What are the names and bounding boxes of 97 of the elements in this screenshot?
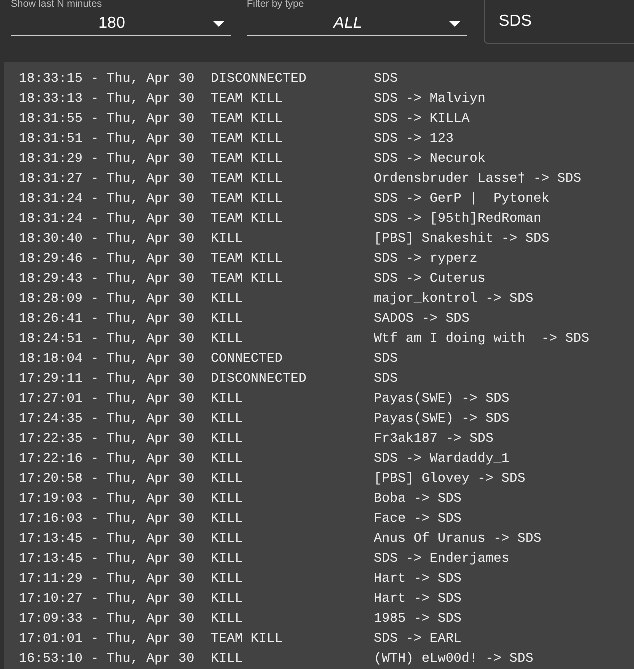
event-type: TEAM KILL <box>211 91 284 108</box>
event-message: SDS -> GerP | Pytonek <box>374 191 551 208</box>
log-timestamp: 18:24:51 - Thu, Apr 30 <box>19 331 196 348</box>
event-message: 1985 -> SDS <box>374 611 463 628</box>
event-type: TEAM KILL <box>211 631 284 648</box>
event-type: KILL <box>211 591 244 608</box>
log-timestamp: 17:10:27 - Thu, Apr 30 <box>19 591 196 608</box>
event-message: Payas(SWE) -> SDS <box>374 411 511 428</box>
event-type: DISCONNECTED <box>211 71 308 88</box>
field-label: Filter by type <box>247 0 306 12</box>
log-timestamp: 18:28:09 - Thu, Apr 30 <box>19 291 196 308</box>
log-timestamp: 18:31:24 - Thu, Apr 30 <box>19 211 196 228</box>
log-timestamp: 17:22:16 - Thu, Apr 30 <box>19 451 196 468</box>
log-timestamp: 18:31:24 - Thu, Apr 30 <box>19 191 196 208</box>
event-type: TEAM KILL <box>211 171 284 188</box>
log-timestamp: 18:31:51 - Thu, Apr 30 <box>19 131 196 148</box>
event-message: SDS -> EARL <box>374 631 463 648</box>
event-message: [PBS] Glovey -> SDS <box>374 471 527 488</box>
event-message: Ordensbruder Lasse† -> SDS <box>374 171 582 188</box>
event-message: SDS -> KILLA <box>374 111 471 128</box>
log-timestamp: 18:29:46 - Thu, Apr 30 <box>19 251 196 268</box>
event-message: SDS <box>374 371 399 388</box>
event-message: Hart -> SDS <box>374 571 463 588</box>
event-type: KILL <box>211 511 244 528</box>
log-timestamp: 17:22:35 - Thu, Apr 30 <box>19 431 196 448</box>
log-timestamp: 18:31:29 - Thu, Apr 30 <box>19 151 196 168</box>
event-message: major_kontrol -> SDS <box>374 291 535 308</box>
search-field[interactable]: SDS <box>484 0 634 44</box>
event-message: [PBS] Snakeshit -> SDS <box>374 231 551 248</box>
event-type: KILL <box>211 411 244 428</box>
event-message: SDS -> Enderjames <box>374 551 511 568</box>
log-timestamp: 18:33:15 - Thu, Apr 30 <box>19 71 196 88</box>
event-message: SADOS -> SDS <box>374 311 471 328</box>
log-timestamp: 18:31:27 - Thu, Apr 30 <box>19 171 196 188</box>
event-message: SDS <box>374 351 399 368</box>
log-timestamp: 17:16:03 - Thu, Apr 30 <box>19 511 196 528</box>
log-timestamp: 18:18:04 - Thu, Apr 30 <box>19 351 196 368</box>
dropdown-arrow-icon <box>213 20 225 26</box>
event-message: Anus Of Uranus -> SDS <box>374 531 543 548</box>
event-type: DISCONNECTED <box>211 371 308 388</box>
event-type: KILL <box>211 611 244 628</box>
event-type: KILL <box>211 651 244 668</box>
log-timestamp: 17:13:45 - Thu, Apr 30 <box>19 531 196 548</box>
event-message: Face -> SDS <box>374 511 463 528</box>
log-timestamp: 17:01:01 - Thu, Apr 30 <box>19 631 196 648</box>
event-type: KILL <box>211 471 244 488</box>
event-message: SDS -> [95th]RedRoman <box>374 211 543 228</box>
event-type: TEAM KILL <box>211 211 284 228</box>
event-type: KILL <box>211 531 244 548</box>
log-timestamp: 18:31:55 - Thu, Apr 30 <box>19 111 196 128</box>
log-timestamp: 17:20:58 - Thu, Apr 30 <box>19 471 196 488</box>
event-message: SDS -> 123 <box>374 131 455 148</box>
dropdown-select[interactable]: 180 <box>11 12 231 36</box>
log-timestamp: 17:13:45 - Thu, Apr 30 <box>19 551 196 568</box>
log-timestamp: 17:09:33 - Thu, Apr 30 <box>19 611 196 628</box>
log-timestamp: 17:11:29 - Thu, Apr 30 <box>19 571 196 588</box>
event-type: CONNECTED <box>211 351 284 368</box>
event-message: Payas(SWE) -> SDS <box>374 391 511 408</box>
event-type: KILL <box>211 391 244 408</box>
log-timestamp: 17:19:03 - Thu, Apr 30 <box>19 491 196 508</box>
event-message: SDS -> Malviyn <box>374 91 487 108</box>
log-timestamp: 18:29:43 - Thu, Apr 30 <box>19 271 196 288</box>
log-timestamp: 17:29:11 - Thu, Apr 30 <box>19 371 196 388</box>
event-message: SDS <box>374 71 399 88</box>
event-type: TEAM KILL <box>211 271 284 288</box>
log-timestamp: 17:24:35 - Thu, Apr 30 <box>19 411 196 428</box>
event-message: SDS -> ryperz <box>374 251 479 268</box>
event-type: TEAM KILL <box>211 111 284 128</box>
event-type: TEAM KILL <box>211 251 284 268</box>
log-timestamp: 18:26:41 - Thu, Apr 30 <box>19 311 196 328</box>
event-type: TEAM KILL <box>211 191 284 208</box>
log-timestamp: 18:30:40 - Thu, Apr 30 <box>19 231 196 248</box>
event-type: KILL <box>211 291 244 308</box>
dropdown-select[interactable]: ALL <box>247 12 467 36</box>
log-timestamp: 18:33:13 - Thu, Apr 30 <box>19 91 196 108</box>
field-label: Show last N minutes <box>11 0 104 12</box>
event-message: SDS -> Necurok <box>374 151 487 168</box>
dropdown-arrow-icon <box>449 20 461 26</box>
event-type: TEAM KILL <box>211 131 284 148</box>
event-type: KILL <box>211 311 244 328</box>
event-message: Fr3ak187 -> SDS <box>374 431 495 448</box>
log-timestamp: 16:53:10 - Thu, Apr 30 <box>19 651 196 668</box>
event-type: KILL <box>211 451 244 468</box>
event-message: Boba -> SDS <box>374 491 463 508</box>
event-type: KILL <box>211 331 244 348</box>
event-type: KILL <box>211 231 244 248</box>
event-type: KILL <box>211 571 244 588</box>
event-message: SDS -> Cuterus <box>374 271 487 288</box>
event-message: SDS -> Wardaddy_1 <box>374 451 511 468</box>
event-type: TEAM KILL <box>211 151 284 168</box>
event-message: (WTH) eLw00d! -> SDS <box>374 651 535 668</box>
event-message: Hart -> SDS <box>374 591 463 608</box>
event-message: Wtf am I doing with -> SDS <box>374 331 590 348</box>
event-type: KILL <box>211 491 244 508</box>
log-timestamp: 17:27:01 - Thu, Apr 30 <box>19 391 196 408</box>
event-type: KILL <box>211 431 244 448</box>
event-type: KILL <box>211 551 244 568</box>
